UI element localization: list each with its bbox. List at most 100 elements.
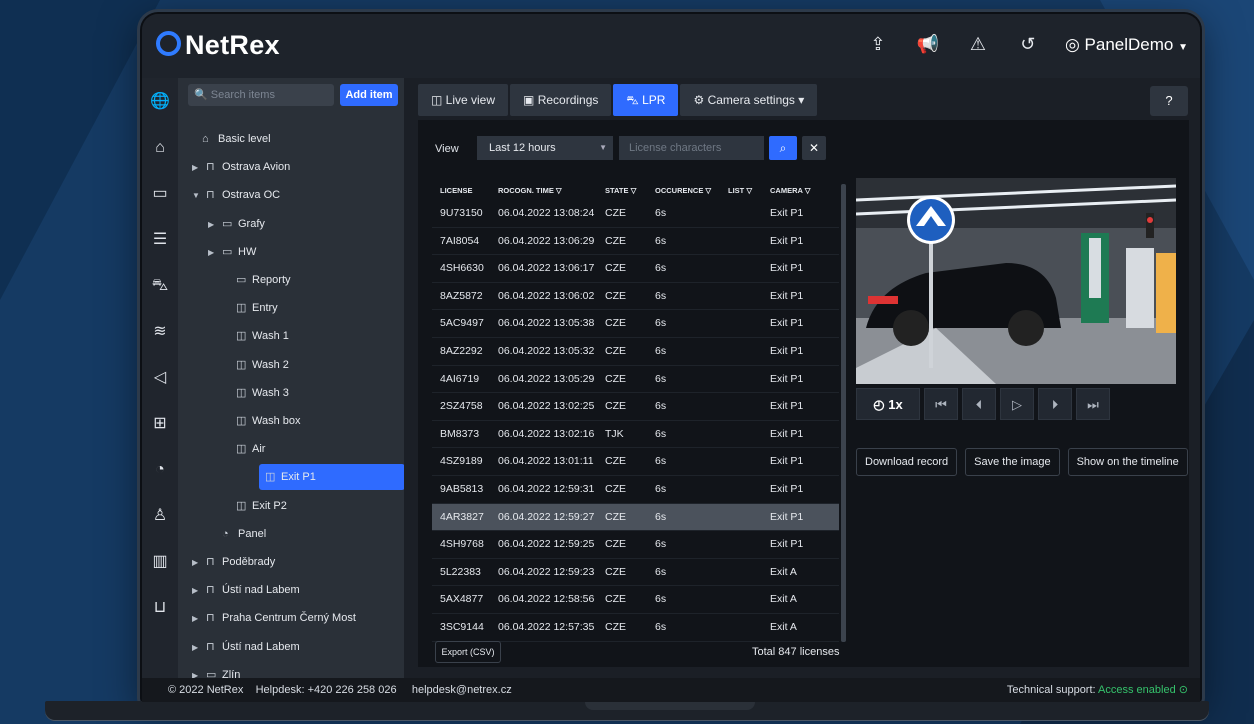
step-forward-icon[interactable]: ⏵ [1038, 388, 1072, 420]
car-icon[interactable]: ⛍ [148, 272, 172, 300]
table-row[interactable]: 4AI6719 06.04.2022 13:05:29 CZE 6s Exit P1 [432, 366, 839, 394]
table-cell: CZE [605, 317, 626, 330]
period-select[interactable]: Last 12 hours ▼ [477, 136, 613, 160]
tree-item[interactable]: ⌂ Basic level [188, 126, 271, 152]
column-header[interactable]: LIST ▽ [728, 186, 752, 195]
speaker-icon[interactable]: ◁ [148, 364, 172, 392]
clear-button[interactable]: ✕ [802, 136, 826, 160]
export-csv-button[interactable]: Export (CSV) [435, 641, 501, 663]
download-record-button[interactable]: Download record [856, 448, 958, 476]
tree-item[interactable]: ▶ ⊓ Poděbrady [192, 549, 275, 575]
filter-icon[interactable]: ▽ [803, 186, 811, 195]
table-row[interactable]: 4AR3827 06.04.2022 12:59:27 CZE 6s Exit P1 [432, 503, 839, 532]
column-header[interactable]: OCCURENCE ▽ [655, 186, 711, 195]
user-icon[interactable]: ♙ [148, 502, 172, 530]
tree-item[interactable]: ◔ Panel [208, 521, 266, 547]
help-icon[interactable]: ? [1150, 86, 1188, 116]
tree-item[interactable]: ◫ Exit P1 [259, 464, 405, 491]
tree-item[interactable]: ◫ Wash 2 [222, 352, 289, 378]
expand-arrow-icon[interactable]: ▶ [192, 635, 206, 661]
skip-end-icon[interactable]: ⏭ [1076, 388, 1110, 420]
history-icon[interactable]: ↺ [1015, 34, 1041, 55]
table-row[interactable]: 3SC9144 06.04.2022 12:57:35 CZE 6s Exit A [432, 614, 839, 642]
table-row[interactable]: BM8373 06.04.2022 13:02:16 TJK 6s Exit P1 [432, 421, 839, 449]
table-row[interactable]: 4SH9768 06.04.2022 12:59:25 CZE 6s Exit P1 [432, 531, 839, 559]
netrex-logo[interactable]: NetRex [156, 30, 280, 61]
expand-arrow-icon[interactable]: ▶ [192, 578, 206, 604]
step-back-icon[interactable]: ⏴ [962, 388, 996, 420]
tree-item[interactable]: ▶ ⊓ Ostrava Avion [192, 154, 290, 180]
add-item-button[interactable]: Add item [340, 84, 398, 106]
table-cell: 06.04.2022 12:59:25 [498, 538, 595, 551]
list-icon[interactable]: ☰ [148, 226, 172, 254]
table-cell: 5AX4877 [440, 593, 484, 606]
tree-item[interactable]: ▶ ▭ HW [208, 239, 256, 265]
table-row[interactable]: 5AC9497 06.04.2022 13:05:38 CZE 6s Exit P1 [432, 310, 839, 338]
tree-item[interactable]: ◫ Wash box [222, 408, 301, 434]
table-row[interactable]: 2SZ4758 06.04.2022 13:02:25 CZE 6s Exit P1 [432, 393, 839, 421]
table-row[interactable]: 9AB5813 06.04.2022 12:59:31 CZE 6s Exit P1 [432, 476, 839, 504]
tab-lpr[interactable]: ⛍ LPR [613, 84, 679, 116]
camera-icon[interactable]: ▭ [148, 180, 172, 208]
globe-icon[interactable]: 🌐 [148, 88, 172, 116]
expand-arrow-icon[interactable]: ▶ [208, 212, 222, 238]
table-scrollbar[interactable] [841, 184, 846, 642]
table-row[interactable]: 9U73150 06.04.2022 13:08:24 CZE 6s Exit P1 [432, 200, 839, 228]
tab-live-view[interactable]: ◫ Live view [418, 84, 509, 116]
column-header[interactable]: ROCOGN. TIME ▽ [498, 186, 562, 195]
tree-item[interactable]: ▭ Reporty [222, 267, 291, 293]
wifi-icon[interactable]: ≋ [148, 318, 172, 346]
folder-icon: ▭ [236, 274, 247, 286]
table-row[interactable]: 4SZ9189 06.04.2022 13:01:11 CZE 6s Exit P1 [432, 448, 839, 476]
license-input[interactable]: License characters [619, 136, 764, 160]
table-row[interactable]: 7AI8054 06.04.2022 13:06:29 CZE 6s Exit P1 [432, 228, 839, 256]
column-header[interactable]: LICENSE [440, 186, 473, 195]
megaphone-icon[interactable]: 📢 [915, 34, 941, 55]
speed-button[interactable]: ◴ 1x [856, 388, 920, 420]
expand-arrow-icon[interactable]: ▶ [192, 155, 206, 181]
column-header[interactable]: CAMERA ▽ [770, 186, 811, 195]
table-row[interactable]: 8AZ2292 06.04.2022 13:05:32 CZE 6s Exit P1 [432, 338, 839, 366]
tab-camera-settings[interactable]: ⚙ Camera settings ▾ [680, 84, 818, 116]
search-button[interactable]: ⌕ [769, 136, 797, 160]
play-icon[interactable]: ▷ [1000, 388, 1034, 420]
tree-item[interactable]: ▼ ⊓ Ostrava OC [192, 182, 280, 208]
filter-icon[interactable]: ▽ [703, 186, 711, 195]
save-image-button[interactable]: Save the image [965, 448, 1060, 476]
alert-triangle-icon[interactable]: ⚠ [965, 34, 991, 55]
table-row[interactable]: 8AZ5872 06.04.2022 13:06:02 CZE 6s Exit P1 [432, 283, 839, 311]
tree-item[interactable]: ▶ ⊓ Praha Centrum Černý Most [192, 605, 356, 631]
expand-arrow-icon[interactable]: ▼ [192, 183, 206, 209]
filter-icon[interactable]: ▽ [744, 186, 752, 195]
search-input[interactable]: 🔍 Search items [188, 84, 334, 106]
grid-icon[interactable]: ⊞ [148, 410, 172, 438]
export-icon[interactable]: ⇪ [865, 34, 891, 55]
tree-item[interactable]: ◫ Wash 1 [222, 323, 289, 349]
skip-start-icon[interactable]: ⏮ [924, 388, 958, 420]
show-timeline-button[interactable]: Show on the timeline [1067, 448, 1188, 476]
expand-arrow-icon[interactable]: ▶ [208, 240, 222, 266]
tree-item[interactable]: ▶ ⊓ Ústí nad Labem [192, 577, 300, 603]
chart-pie-icon[interactable]: ◔ [148, 456, 172, 484]
tree-item[interactable]: ◫ Exit P2 [222, 493, 287, 519]
basket-icon[interactable]: ⊔ [148, 594, 172, 622]
helpdesk-email[interactable]: helpdesk@netrex.cz [412, 684, 512, 696]
table-row[interactable]: 5AX4877 06.04.2022 12:58:56 CZE 6s Exit A [432, 586, 839, 614]
tree-item[interactable]: ◫ Air [222, 436, 265, 462]
tree-item[interactable]: ◫ Wash 3 [222, 380, 289, 406]
user-menu[interactable]: ◎ PanelDemo ▼ [1065, 35, 1188, 55]
table-row[interactable]: 5L22383 06.04.2022 12:59:23 CZE 6s Exit A [432, 559, 839, 587]
tree-item[interactable]: ◫ Entry [222, 295, 278, 321]
bar-chart-icon[interactable]: ▥ [148, 548, 172, 576]
tree-item[interactable]: ▶ ▭ Grafy [208, 211, 265, 237]
expand-arrow-icon[interactable]: ▶ [192, 606, 206, 632]
filter-icon[interactable]: ▽ [628, 186, 637, 195]
sort-icon[interactable]: ▽ [554, 186, 562, 195]
column-header[interactable]: STATE ▽ [605, 186, 636, 195]
expand-arrow-icon[interactable]: ▶ [192, 550, 206, 576]
tab-recordings[interactable]: ▣ Recordings [510, 84, 612, 116]
table-cell: 6s [655, 262, 667, 275]
building-icon[interactable]: ⌂ [148, 134, 172, 162]
tree-item[interactable]: ▶ ⊓ Ústí nad Labem [192, 634, 300, 660]
table-row[interactable]: 4SH6630 06.04.2022 13:06:17 CZE 6s Exit P1 [432, 255, 839, 283]
